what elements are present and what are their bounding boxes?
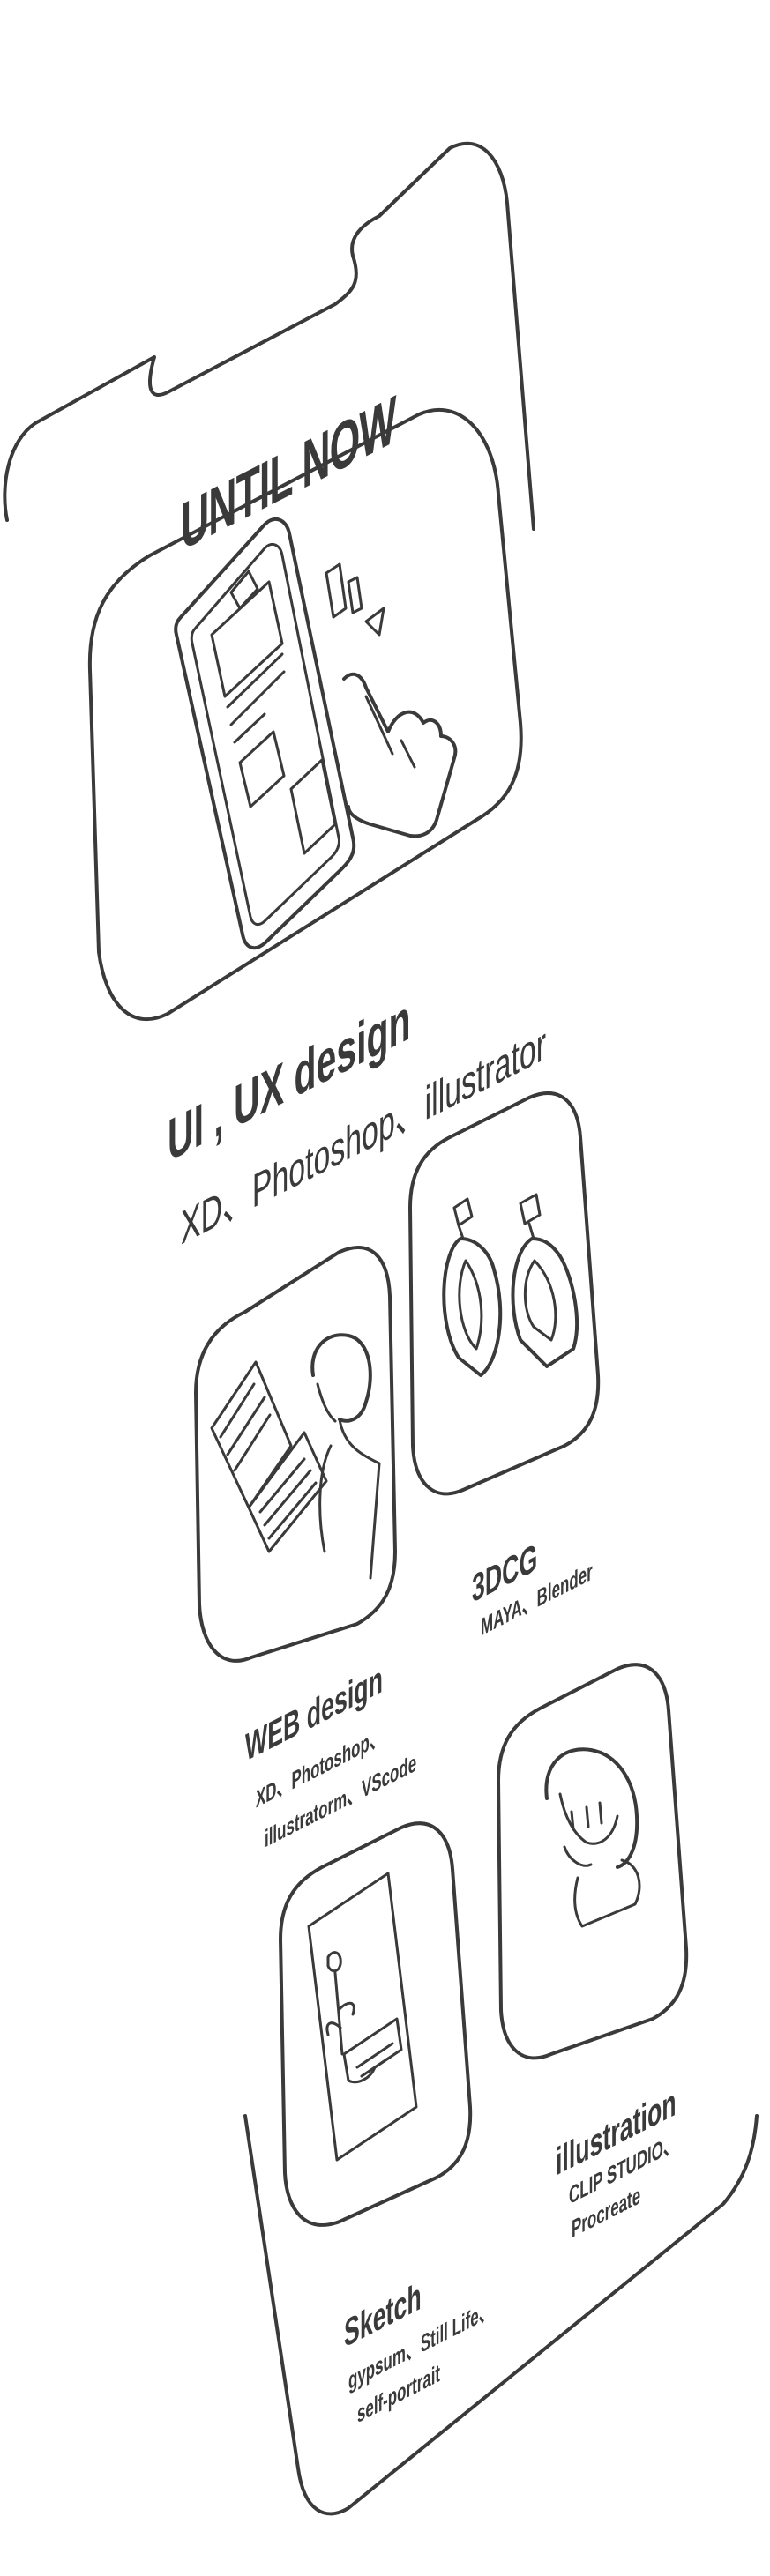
web-design-card [194, 1246, 397, 1663]
illustration-card [497, 1663, 689, 2060]
card-frame-bottom [243, 2114, 759, 2516]
phone-tap-icon [174, 517, 458, 950]
laptop-person-icon [210, 1333, 381, 1580]
still-life-drawing-icon [307, 1872, 418, 2162]
sketch-card [279, 1821, 473, 2227]
3dcg-card [408, 1091, 601, 1496]
earrings-icon [442, 1193, 579, 1377]
girl-portrait-icon [544, 1747, 641, 1928]
